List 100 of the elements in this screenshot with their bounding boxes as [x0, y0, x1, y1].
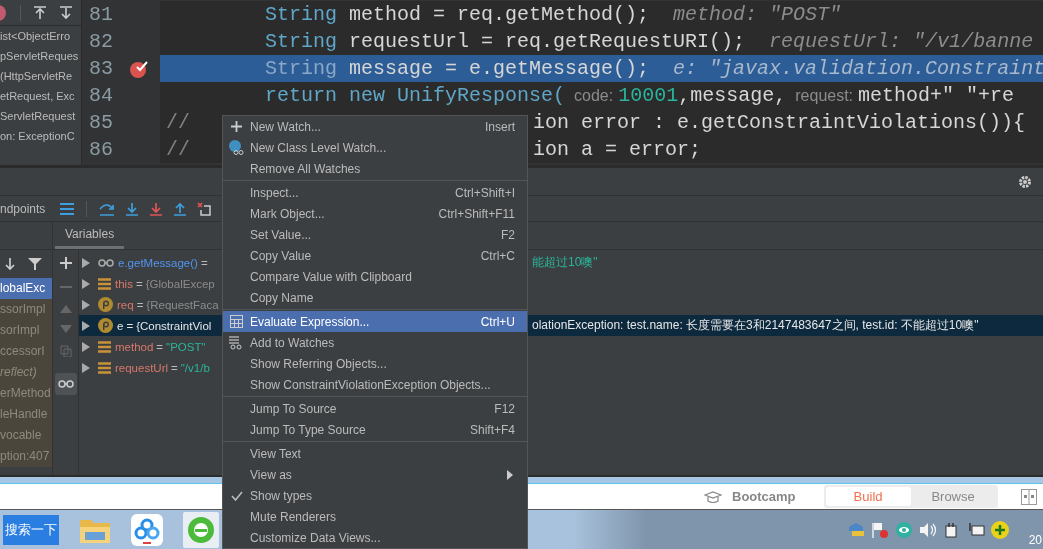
- show-watches-button[interactable]: [54, 373, 77, 395]
- variable-name: requestUrl: [115, 361, 169, 374]
- variable-value: "/v1/b: [180, 361, 210, 374]
- code-text: method = req.getMethod();: [349, 2, 650, 27]
- arrow-up-icon[interactable]: [33, 5, 47, 20]
- menu-item[interactable]: Show types: [223, 485, 527, 506]
- stack-frame[interactable]: lobalExc: [0, 278, 52, 299]
- plus-circle-icon[interactable]: [990, 520, 1009, 539]
- menu-item[interactable]: New Watch... Insert: [223, 116, 527, 137]
- step-over-icon[interactable]: [99, 201, 115, 216]
- cloud-app-icon[interactable]: [131, 513, 163, 546]
- arrow-down-icon[interactable]: [4, 257, 16, 271]
- line-number: 81: [88, 2, 114, 28]
- network-drive-icon[interactable]: [846, 521, 865, 538]
- volume-icon[interactable]: [918, 521, 937, 538]
- code-text: ion error : e.getConstraintViolations()){: [533, 110, 1026, 135]
- equals-sign: =: [156, 340, 164, 353]
- search-button[interactable]: 搜索一下: [3, 514, 59, 545]
- variable-value: olationException: test.name: 长度需要在3和2147483647之间, test.id: 不能超过10噢": [531, 317, 979, 334]
- field-icon: [98, 340, 111, 353]
- menu-item[interactable]: Show Referring Objects...: [223, 353, 527, 374]
- menu-item[interactable]: Mute Renderers: [223, 506, 527, 527]
- code-keyword: return new UnifyResponse(: [265, 83, 566, 108]
- structure-item[interactable]: (HttpServletRe: [0, 66, 81, 86]
- code-keyword: String: [265, 29, 337, 54]
- menu-item[interactable]: Evaluate Expression... Ctrl+U: [223, 311, 527, 332]
- expand-icon[interactable]: [81, 257, 90, 268]
- menu-item[interactable]: Copy Value Ctrl+C: [223, 245, 527, 266]
- line-number: 83: [88, 56, 114, 82]
- structure-item[interactable]: etRequest, Exc: [0, 86, 81, 106]
- equals-sign: =: [136, 298, 144, 311]
- expand-icon[interactable]: [81, 278, 90, 289]
- flag-error-icon[interactable]: [870, 521, 889, 538]
- drop-frame-icon[interactable]: [197, 201, 211, 216]
- menu-item[interactable]: Copy Name: [223, 287, 527, 308]
- variable-name: e.getMessage(): [118, 256, 198, 269]
- parameter-icon: [98, 297, 113, 312]
- browser-app-icon[interactable]: [183, 511, 219, 548]
- menu-icon[interactable]: [60, 202, 74, 215]
- calculator-icon: [230, 315, 243, 328]
- structure-item[interactable]: on: ExceptionC: [0, 126, 81, 146]
- structure-item[interactable]: ist<ObjectErro: [0, 26, 81, 46]
- variable-value: {GlobalExcep: [145, 277, 215, 290]
- code-number: 10001: [618, 83, 679, 108]
- line-number: 84: [88, 83, 114, 109]
- bootcamp-link[interactable]: Bootcamp: [732, 489, 796, 504]
- structure-item[interactable]: pServletReques: [0, 46, 81, 66]
- inline-hint: requestUrl: "/v1/banne: [769, 29, 1034, 54]
- shortcut-text: F2: [501, 227, 515, 242]
- menu-item[interactable]: New Class Level Watch...: [223, 137, 527, 158]
- code-text: method+" "+re: [858, 83, 1015, 108]
- equals-sign: =: [135, 277, 143, 290]
- filter-icon[interactable]: [28, 257, 42, 271]
- step-into-icon[interactable]: [125, 201, 139, 216]
- breakpoints-label[interactable]: ndpoints: [0, 201, 50, 216]
- expand-icon[interactable]: [81, 299, 90, 310]
- parameter-hint: code:: [574, 85, 614, 106]
- eye-icon[interactable]: [894, 521, 913, 538]
- menu-item[interactable]: Set Value... F2: [223, 224, 527, 245]
- expand-icon[interactable]: [81, 320, 90, 331]
- plus-icon[interactable]: [59, 257, 72, 269]
- arrow-down-icon[interactable]: [59, 5, 73, 20]
- variables-tab[interactable]: Variables: [55, 222, 125, 249]
- menu-item[interactable]: Mark Object... Ctrl+Shift+F11: [223, 203, 527, 224]
- force-step-into-icon[interactable]: [149, 201, 163, 216]
- field-icon: [98, 277, 111, 290]
- menu-item[interactable]: Customize Data Views...: [223, 527, 527, 548]
- parameter-hint: request:: [795, 85, 854, 106]
- layout-icon[interactable]: [1020, 488, 1037, 505]
- variable-value: {RequestFaca: [146, 298, 219, 311]
- mode-tab[interactable]: Build: [825, 487, 911, 506]
- step-out-icon[interactable]: [173, 201, 187, 216]
- menu-item[interactable]: Show ConstraintViolationException Objects...: [223, 374, 527, 395]
- settings-icon[interactable]: [1018, 174, 1032, 189]
- code-keyword: String: [265, 56, 337, 81]
- shortcut-text: F12: [494, 401, 515, 416]
- menu-item[interactable]: View as: [223, 464, 527, 485]
- field-icon: [98, 361, 111, 374]
- menu-item[interactable]: Jump To Type Source Shift+F4: [223, 419, 527, 440]
- equals-sign: =: [200, 256, 208, 269]
- parameter-icon: [98, 318, 113, 333]
- menu-item[interactable]: Compare Value with Clipboard: [223, 266, 527, 287]
- variable-value: "POST": [166, 340, 206, 353]
- mode-tab[interactable]: Browse: [910, 487, 996, 506]
- add-watch-icon: [229, 335, 244, 350]
- shortcut-text: Ctrl+Shift+F11: [438, 206, 515, 221]
- line-number: 85: [88, 110, 114, 136]
- menu-item[interactable]: View Text: [223, 443, 527, 464]
- menu-item[interactable]: Inspect... Ctrl+Shift+I: [223, 182, 527, 203]
- graduation-cap-icon: [704, 490, 722, 503]
- menu-item[interactable]: Jump To Source F12: [223, 398, 527, 419]
- structure-item[interactable]: ServletRequest: [0, 106, 81, 126]
- variable-name: this: [115, 277, 133, 290]
- expand-icon[interactable]: [81, 341, 90, 352]
- menu-item[interactable]: Remove All Watches: [223, 158, 527, 179]
- line-number: 86: [88, 137, 114, 163]
- comment-text: //: [166, 110, 190, 135]
- code-text: ,message,: [678, 83, 787, 108]
- clock: 20: [1028, 533, 1042, 547]
- expand-icon[interactable]: [81, 362, 90, 373]
